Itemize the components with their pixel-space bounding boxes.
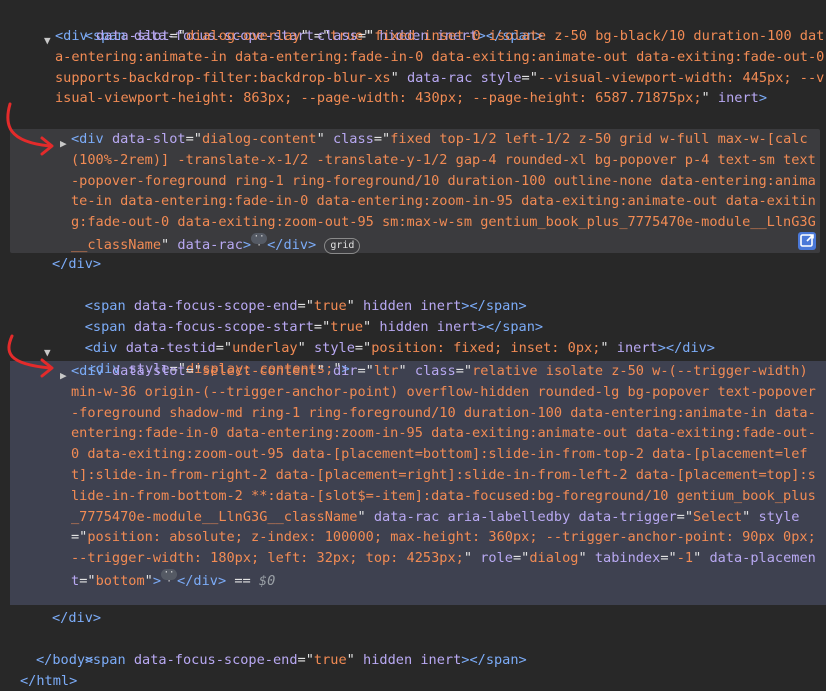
dom-node-dialog-overlay[interactable]: <div data-slot="dialog-overlay" class="f… — [55, 26, 825, 109]
dom-line-close-body[interactable]: </body> — [36, 650, 93, 671]
devtools-elements-panel: <span data-focus-scope-start="true" hidd… — [0, 0, 826, 691]
dom-line-close-div-2[interactable]: </div> — [52, 608, 101, 629]
ellipsis-expand-icon[interactable]: ··· — [161, 568, 178, 586]
ellipsis-expand-icon[interactable]: ··· — [251, 232, 268, 250]
triangle-down-icon[interactable]: ▼ — [44, 31, 51, 52]
dom-line-close-div-1[interactable]: </div> — [52, 254, 101, 275]
edit-badge-icon[interactable] — [798, 232, 816, 250]
grid-badge[interactable]: grid — [324, 237, 361, 254]
dom-line-close-html[interactable]: </html> — [20, 671, 77, 691]
dom-line-span-focus-end-2[interactable]: <span data-focus-scope-end="true" hidden… — [52, 629, 527, 691]
dom-node-dialog-content[interactable]: <div data-slot="dialog-content" class="f… — [71, 129, 823, 256]
dom-node-select-content[interactable]: <div data-slot="select-content" dir="ltr… — [71, 361, 823, 592]
